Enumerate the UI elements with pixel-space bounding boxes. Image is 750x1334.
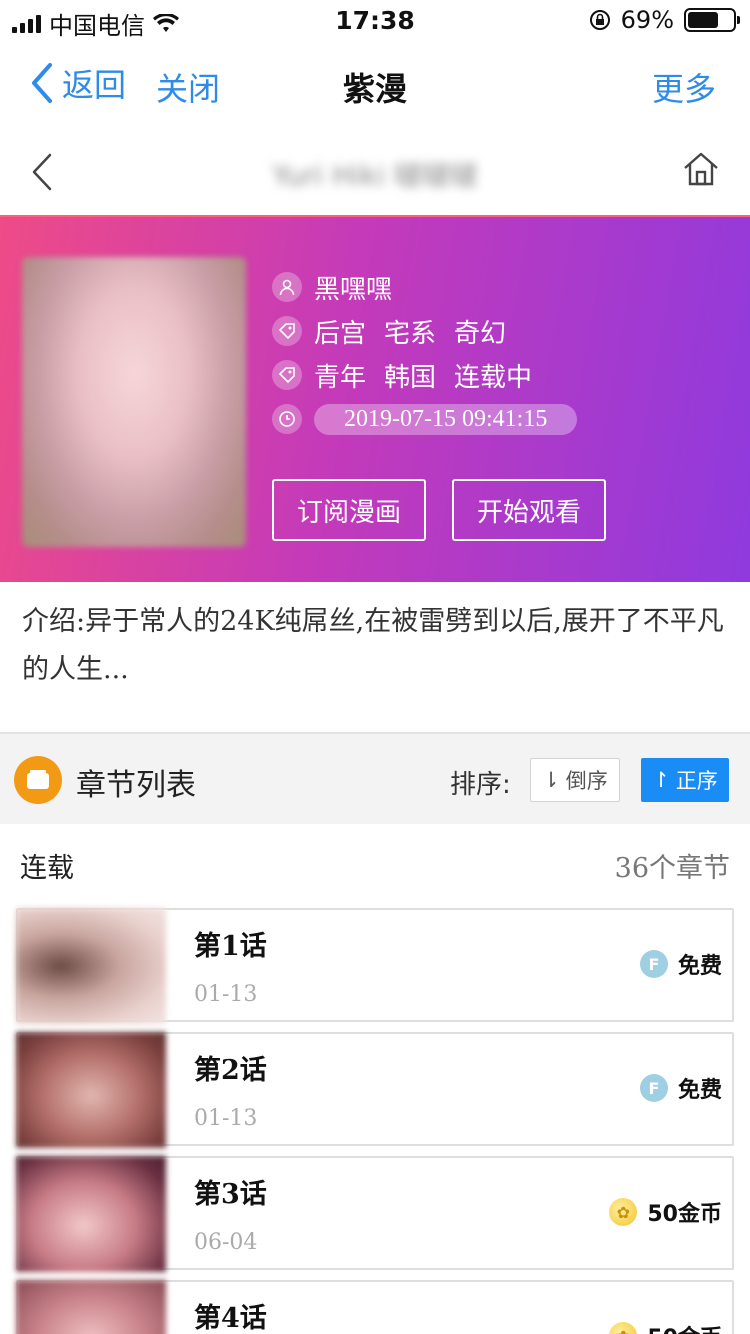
category-row: 青年 韩国 连载中 [272,353,577,397]
chapter-thumbnail [16,1280,166,1334]
genre-tag[interactable]: 后宫 [314,313,366,350]
author-name: 黑嘿嘿 [314,274,393,305]
series-row: 连载 36个章节 [20,836,730,892]
user-icon [272,272,302,302]
chapter-list-header: 章节列表 排序: ⇂ 倒序 ↾ 正序 [0,734,750,824]
update-row: 2019-07-15 09:41:15 [272,397,578,441]
chapter-list-title: 章节列表 [76,768,196,803]
update-time: 2019-07-15 09:41:15 [314,403,578,435]
chapter-name: 第4话 [194,1303,267,1334]
sort-desc-label: 倒序 [565,769,608,793]
sort-label: 排序: [450,770,511,800]
gold-coin-icon: ✿ [609,1198,638,1226]
category-tag[interactable]: 青年 [314,357,366,394]
comic-info: 黑嘿嘿 后宫 宅系 奇幻 青年 韩国 连载中 2019-07-15 09:41:… [272,265,578,441]
page-title: Yuri Hiki 啵啵啵 [272,159,478,192]
tag-icon [272,316,302,346]
gold-coin-icon: ✿ [609,1322,638,1334]
chapter-item[interactable]: 第3话 06-04 ✿ 50金币 [16,1156,734,1272]
subscribe-button[interactable]: 订阅漫画 [272,479,426,541]
more-button[interactable]: 更多 [652,64,716,110]
back-button[interactable]: 返回 [30,60,126,106]
series-label: 连载 [20,853,74,884]
chapter-count: 36个章节 [614,853,730,884]
chapter-item[interactable]: 第1话 01-13 F 免费 [16,908,734,1024]
chapter-price: F 免费 [639,948,722,980]
battery-icon [684,8,740,32]
arrow-down-icon: ⇂ [542,768,560,792]
chapter-item[interactable]: 第4话 ✿ 50金币 [16,1280,734,1334]
chevron-left-icon [32,63,52,103]
home-button[interactable] [682,150,720,192]
comic-cover-image [22,257,246,547]
sort-asc-button[interactable]: ↾ 正序 [641,758,729,802]
chapter-price: ✿ 50金币 [609,1196,722,1228]
author-row: 黑嘿嘿 [272,265,577,309]
chapter-item[interactable]: 第2话 01-13 F 免费 [16,1032,734,1148]
comic-intro: 介绍:异于常人的24K纯屌丝,在被雷劈到以后,展开了不平凡的人生... [22,606,724,685]
status-right: 69% [589,6,740,34]
genre-row: 后宫 宅系 奇幻 [272,309,577,353]
chapter-price-label: 免费 [677,954,722,979]
chapter-date: 06-04 [194,1230,258,1255]
chapter-name: 第1话 [194,931,267,962]
clock-icon [272,404,302,434]
chapter-date: 01-13 [194,1106,258,1131]
chapter-name: 第3话 [194,1179,267,1210]
free-coin-icon: F [639,950,668,978]
close-button[interactable]: 关闭 [156,64,220,110]
back-label: 返回 [62,66,127,104]
chapter-thumbnail [16,1032,166,1148]
chapter-price-label: 50金币 [647,1202,722,1227]
status-tag: 连载中 [454,362,533,393]
chapter-name: 第2话 [194,1055,267,1086]
sort-asc-label: 正序 [675,769,718,793]
chapter-date: 01-13 [194,982,258,1007]
category-tag[interactable]: 韩国 [384,357,436,394]
chapter-thumbnail [16,908,166,1024]
home-icon [684,152,718,186]
start-watching-button[interactable]: 开始观看 [452,479,606,541]
free-coin-icon: F [639,1074,668,1102]
status-bar: 中国电信 17:38 69% [0,0,750,40]
comic-banner: 黑嘿嘿 后宫 宅系 奇幻 青年 韩国 连载中 2019-07-15 09:41:… [0,215,750,582]
tag-icon [272,360,302,390]
battery-fill [688,12,719,28]
rotation-lock-icon [589,10,610,30]
genre-tag[interactable]: 奇幻 [454,313,506,350]
chapter-price-label: 免费 [677,1078,722,1103]
sort-desc-button[interactable]: ⇂ 倒序 [530,758,620,802]
nav-bar: 返回 关闭 紫漫 更多 [0,40,750,128]
chapter-price-label: 50金币 [647,1320,722,1334]
folder-icon [14,756,62,804]
battery-percent: 69% [620,6,674,34]
page-header: Yuri Hiki 啵啵啵 [0,128,750,216]
genre-tag[interactable]: 宅系 [384,313,436,350]
chapter-price: F 免费 [639,1072,722,1104]
chapter-price: ✿ 50金币 [609,1320,722,1334]
chapter-thumbnail [16,1156,166,1272]
arrow-up-icon: ↾ [652,768,670,792]
